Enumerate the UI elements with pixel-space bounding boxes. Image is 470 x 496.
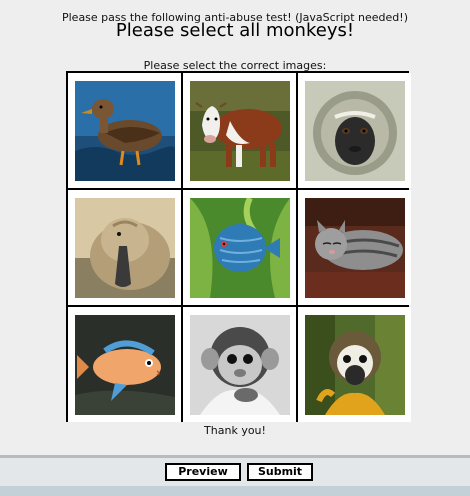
thank-you-text: Thank you! bbox=[204, 424, 266, 437]
cow-image bbox=[189, 80, 290, 181]
grid-cell-monkey-1[interactable] bbox=[298, 73, 411, 188]
grid-cell-fish-2[interactable] bbox=[68, 307, 181, 422]
grid-cell-monkey-2[interactable] bbox=[183, 307, 296, 422]
preview-button[interactable]: Preview bbox=[165, 463, 241, 481]
fish-image bbox=[74, 314, 175, 415]
grid-cell-cow[interactable] bbox=[183, 73, 296, 188]
page-title: Please select all monkeys! bbox=[115, 20, 355, 41]
submit-button[interactable]: Submit bbox=[247, 463, 313, 481]
grid-cell-fish-1[interactable] bbox=[183, 190, 296, 305]
cat-image bbox=[304, 197, 405, 298]
grid-cell-monkey-3[interactable] bbox=[298, 307, 411, 422]
monkey-image bbox=[304, 80, 405, 181]
image-grid bbox=[66, 71, 411, 422]
monkey-image bbox=[304, 314, 405, 415]
grid-cell-duck[interactable] bbox=[68, 73, 181, 188]
duckling-image bbox=[74, 197, 175, 298]
fish-image bbox=[189, 197, 290, 298]
grid-cell-cat[interactable] bbox=[298, 190, 411, 305]
monkey-image bbox=[189, 314, 290, 415]
duck-image bbox=[74, 80, 175, 181]
bottom-strip bbox=[0, 486, 470, 496]
grid-cell-duckling[interactable] bbox=[68, 190, 181, 305]
